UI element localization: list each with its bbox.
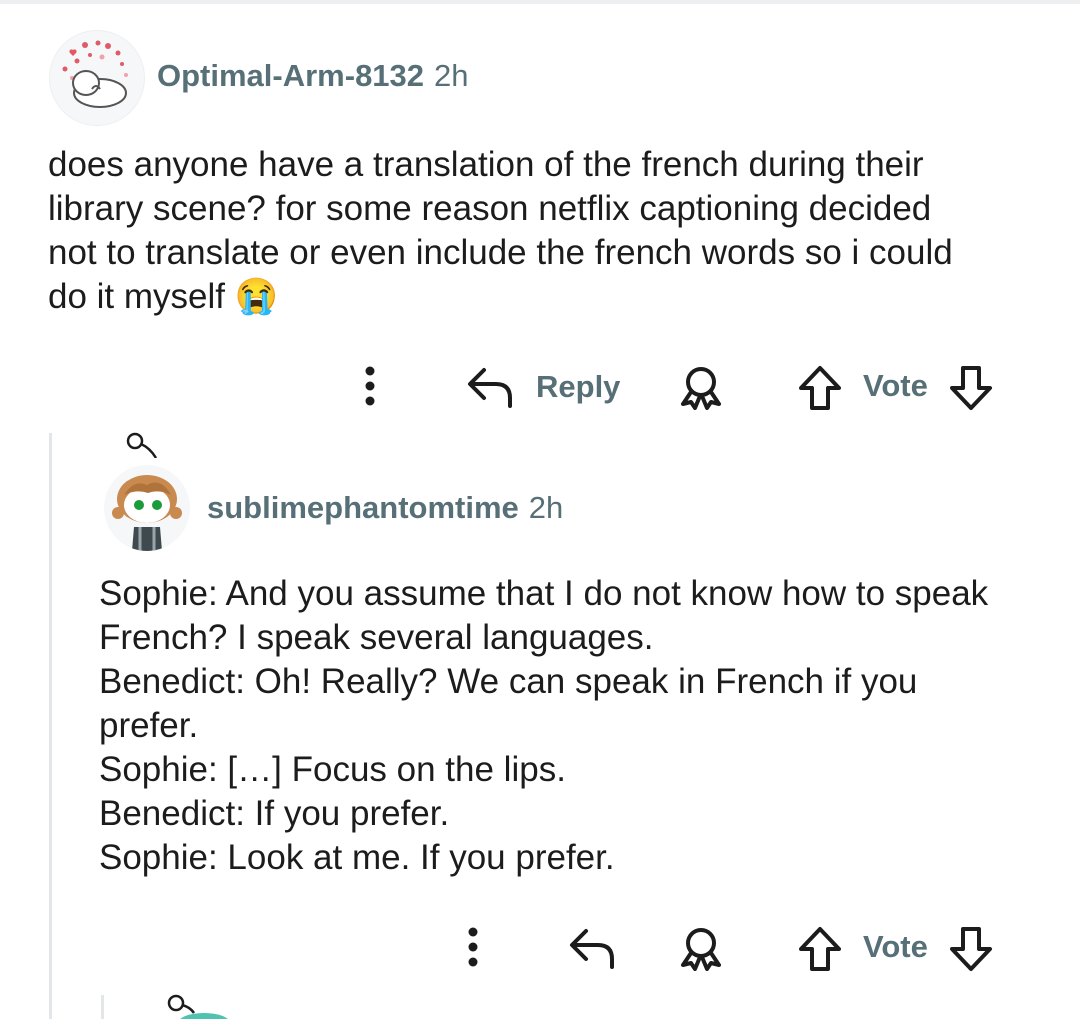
thread-line[interactable] (101, 995, 104, 1019)
thread-line[interactable] (49, 433, 52, 1019)
reply-arrow-icon (570, 929, 614, 969)
upvote-icon (799, 366, 841, 410)
comment-line: French? I speak several languages. (99, 618, 654, 657)
reply-button[interactable]: Reply (466, 364, 620, 410)
vote-count: Vote (863, 929, 928, 965)
downvote-button[interactable] (948, 925, 994, 973)
vote-count: Vote (863, 368, 928, 404)
top-divider (0, 0, 1080, 4)
reply-arrow-icon (468, 368, 512, 408)
comment-line: Sophie: […] Focus on the lips. (99, 750, 566, 789)
reply-button[interactable] (568, 925, 616, 971)
user-avatar[interactable] (49, 30, 145, 126)
award-icon (681, 928, 721, 971)
downvote-button[interactable] (948, 364, 994, 412)
comment-line: does anyone have a translation of the fr… (48, 145, 924, 184)
comment-body: does anyone have a translation of the fr… (48, 143, 953, 319)
comment-line: Sophie: And you assume that I do not kno… (99, 574, 989, 613)
comment-line: Benedict: Oh! Really? We can speak in Fr… (99, 662, 918, 701)
comment-line: Sophie: Look at me. If you prefer. (99, 838, 615, 877)
upvote-button[interactable] (797, 925, 843, 973)
comment-body: Sophie: And you assume that I do not kno… (99, 572, 988, 880)
vote-label: Vote (863, 929, 928, 964)
username[interactable]: Optimal-Arm-8132 (157, 58, 424, 94)
more-options-icon (365, 366, 375, 406)
comment-line: do it myself 😭 (48, 277, 279, 316)
timestamp: 2h (528, 490, 564, 525)
upvote-icon (799, 927, 841, 971)
reply-label: Reply (536, 369, 621, 404)
comment-meta: Optimal-Arm-8132 2h (157, 58, 469, 94)
username[interactable]: sublimephantomtime (207, 490, 519, 526)
more-options-button[interactable] (458, 926, 488, 970)
more-options-icon (468, 927, 478, 967)
downvote-icon (950, 366, 992, 410)
user-avatar[interactable] (104, 465, 190, 551)
award-button[interactable] (677, 925, 725, 971)
avatar-partial-icon (167, 994, 228, 1019)
award-icon (681, 367, 721, 410)
downvote-icon (950, 927, 992, 971)
comment-line: prefer. (99, 706, 199, 745)
more-options-button[interactable] (355, 365, 385, 409)
timestamp: 2h (434, 58, 469, 93)
comment-line: library scene? for some reason netflix c… (48, 189, 932, 228)
antenna-icon (126, 432, 158, 458)
award-button[interactable] (677, 364, 725, 410)
comment-line: Benedict: If you prefer. (99, 794, 450, 833)
upvote-button[interactable] (797, 364, 843, 412)
comment-line: not to translate or even include the fre… (48, 233, 953, 272)
comment-meta: sublimephantomtime 2h (207, 490, 563, 526)
vote-label: Vote (863, 368, 928, 403)
